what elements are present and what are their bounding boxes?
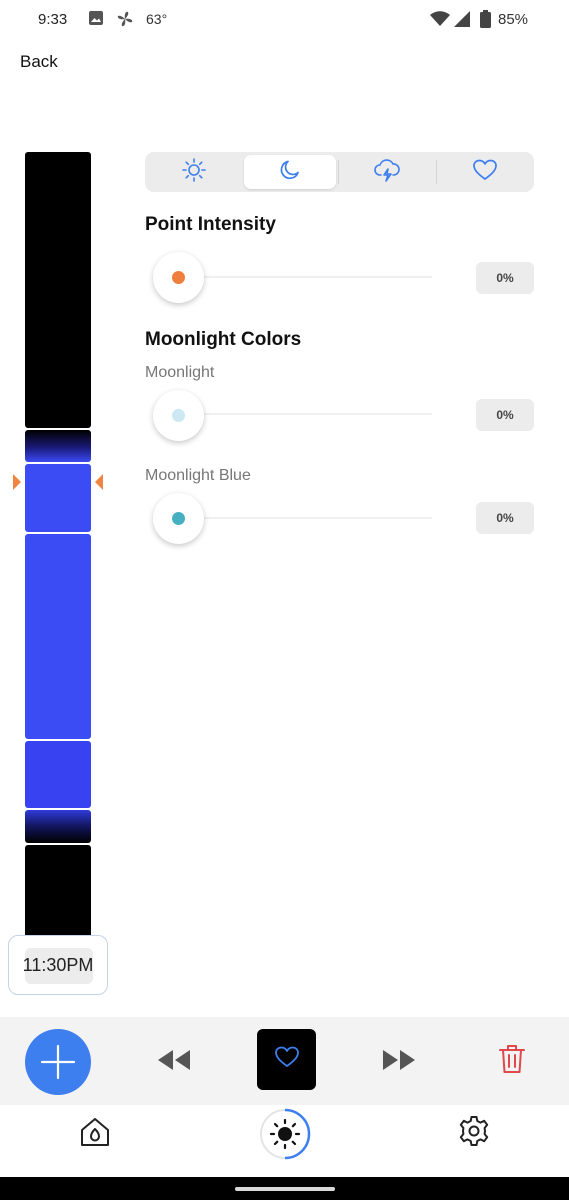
moonlight-label: Moonlight — [145, 364, 215, 381]
signal-icon — [454, 11, 470, 32]
point-intensity-track[interactable] — [180, 276, 432, 278]
trash-icon — [498, 1045, 526, 1079]
sun-icon — [181, 157, 207, 188]
battery-icon — [480, 10, 491, 33]
tab-moon[interactable] — [244, 155, 336, 189]
add-button[interactable] — [25, 1029, 91, 1095]
mode-tabs — [145, 152, 534, 192]
point-intensity-knob[interactable] — [153, 252, 204, 303]
schedule-timeline[interactable] — [25, 152, 91, 982]
current-time-label: 11:30PM — [22, 954, 94, 975]
heart-icon — [274, 1045, 300, 1074]
current-time-indicator[interactable]: 11:30PM — [8, 935, 108, 995]
knob-dot — [172, 512, 185, 525]
image-icon — [88, 10, 104, 31]
nav-settings[interactable] — [457, 1114, 491, 1153]
tab-storm[interactable] — [341, 155, 433, 189]
timeline-segment[interactable] — [25, 845, 91, 945]
timeline-segment[interactable] — [25, 810, 91, 843]
knob-dot — [172, 409, 185, 422]
battery-percent: 85% — [498, 11, 529, 28]
plus-icon — [39, 1043, 77, 1086]
back-button[interactable]: Back — [20, 52, 58, 72]
moonlight-colors-title: Moonlight Colors — [145, 329, 302, 350]
fast-forward-button[interactable] — [381, 1048, 417, 1077]
timeline-segment[interactable] — [25, 430, 91, 462]
tab-sun[interactable] — [148, 155, 240, 189]
heart-icon — [472, 158, 498, 187]
nav-home[interactable] — [78, 1115, 112, 1154]
point-intensity-value[interactable]: 0% — [476, 262, 534, 294]
timeline-segment[interactable] — [25, 152, 91, 428]
moonlight-blue-label: Moonlight Blue — [145, 467, 251, 484]
moonlight-blue-track[interactable] — [180, 517, 432, 519]
timeline-segment[interactable] — [25, 741, 91, 808]
moonlight-track[interactable] — [180, 413, 432, 415]
favorite-button[interactable] — [257, 1029, 316, 1090]
point-intensity-title: Point Intensity — [145, 214, 276, 235]
timeline-segment-selected[interactable] — [25, 464, 91, 532]
fan-icon — [116, 10, 134, 33]
bottom-nav — [0, 1105, 569, 1177]
moonlight-blue-value[interactable]: 0% — [476, 502, 534, 534]
timeline-marker-right[interactable] — [95, 474, 103, 490]
knob-dot — [172, 271, 185, 284]
fast-forward-icon — [381, 1050, 417, 1076]
tab-favorites[interactable] — [439, 155, 531, 189]
moonlight-value[interactable]: 0% — [476, 399, 534, 431]
wifi-icon — [430, 11, 450, 32]
rewind-button[interactable] — [156, 1048, 192, 1077]
transport-bar — [0, 1017, 569, 1105]
rewind-icon — [156, 1050, 192, 1076]
status-time: 9:33 — [38, 11, 68, 28]
moon-icon — [278, 158, 302, 187]
sun-icon — [258, 1108, 312, 1165]
status-bar: 9:33 63° 85% — [0, 0, 569, 40]
gear-icon — [457, 1116, 491, 1152]
home-gesture-pill[interactable] — [235, 1187, 335, 1191]
home-icon — [78, 1118, 112, 1153]
status-temperature: 63° — [146, 11, 168, 27]
delete-button[interactable] — [498, 1043, 526, 1080]
timeline-marker-left[interactable] — [13, 474, 21, 490]
nav-lighting[interactable] — [258, 1107, 312, 1166]
timeline-segment[interactable] — [25, 534, 91, 739]
storm-icon — [373, 157, 401, 188]
moonlight-blue-knob[interactable] — [153, 493, 204, 544]
moonlight-knob[interactable] — [153, 390, 204, 441]
system-nav-bar — [0, 1177, 569, 1200]
